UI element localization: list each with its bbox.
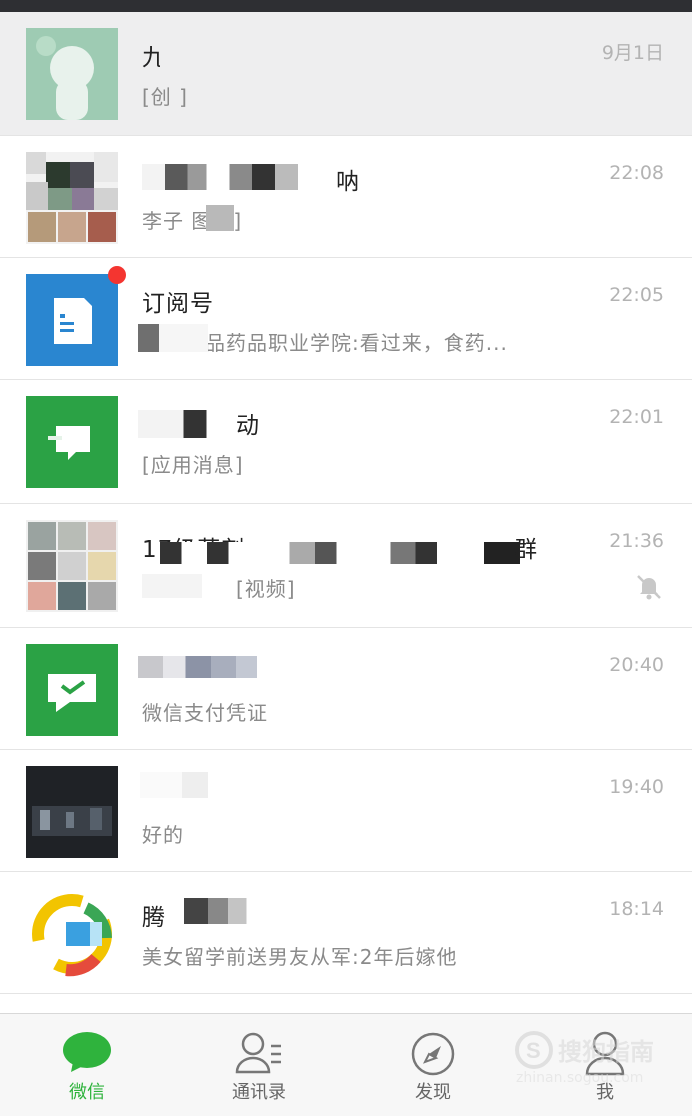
group-avatar <box>26 152 118 244</box>
chat-row-pinned[interactable]: 九 [创 ] 9月1日 <box>0 12 692 136</box>
chat-row[interactable]: 呐 李子 图片] 22:08 <box>0 136 692 258</box>
chat-name: 订阅号 <box>142 291 214 317</box>
chat-time: 22:05 <box>609 284 664 306</box>
mute-bell-icon <box>634 572 664 602</box>
avatar <box>26 766 118 858</box>
chat-row[interactable]: 动 [应用消息] 22:01 <box>0 380 692 504</box>
chat-name: 动 <box>236 413 260 439</box>
subscription-avatar <box>26 274 118 366</box>
chat-name-suffix: 群 <box>514 537 538 563</box>
chat-time: 22:01 <box>609 406 664 428</box>
redaction <box>142 164 332 190</box>
redaction <box>138 324 208 352</box>
redaction <box>142 574 202 598</box>
chat-time: 9月1日 <box>601 42 664 64</box>
chat-name: 呐 <box>336 169 360 195</box>
chat-preview: 微信支付凭证 <box>142 701 268 725</box>
compass-icon <box>407 1030 459 1078</box>
redaction <box>184 898 264 924</box>
chat-name: 腾 <box>142 905 166 931</box>
tab-chats[interactable]: 微信 <box>12 1014 162 1117</box>
redaction <box>140 772 208 798</box>
redaction <box>160 542 520 564</box>
redaction <box>138 656 278 678</box>
news-avatar <box>26 888 118 980</box>
contacts-icon <box>233 1030 285 1078</box>
group-avatar <box>26 520 118 612</box>
chat-preview: [应用消息] <box>142 453 244 477</box>
watermark-url: zhinan.sogou.com <box>516 1070 644 1086</box>
watermark-logo-icon: S <box>515 1031 553 1069</box>
chat-time: 20:40 <box>609 654 664 676</box>
chat-time: 19:40 <box>609 776 664 798</box>
svg-text:S: S <box>526 1038 541 1063</box>
chat-preview: 美女留学前送男友从军:2年后嫁他 <box>142 945 458 969</box>
chat-row-muted[interactable]: 17级药剂 群 [视频] 21:36 <box>0 504 692 628</box>
unread-badge <box>108 266 126 284</box>
redaction <box>206 205 234 231</box>
chat-time: 21:36 <box>609 530 664 552</box>
chat-row[interactable]: 腾 美女留学前送男友从军:2年后嫁他 18:14 <box>0 872 692 994</box>
chat-bubble-icon <box>61 1030 113 1078</box>
chat-row[interactable]: 微信支付凭证 20:40 <box>0 628 692 750</box>
chat-preview: [视频] <box>236 577 296 601</box>
watermark: S 搜狗指南 zhinan.sogou.com <box>512 1028 682 1090</box>
watermark-text: 搜狗指南 <box>558 1038 654 1066</box>
tab-label: 发现 <box>415 1082 451 1103</box>
wechat-pay-avatar <box>26 644 118 736</box>
redaction <box>138 410 214 438</box>
chat-row[interactable]: 订阅号 湖南食品药品职业学院:看过来，食药... 22:05 <box>0 258 692 380</box>
chat-row[interactable]: 好的 19:40 <box>0 750 692 872</box>
chat-time: 18:14 <box>609 898 664 920</box>
chat-preview: 好的 <box>142 823 184 847</box>
chat-list: 九 [创 ] 9月1日 呐 李子 图片] 22:08 订阅号 湖南食品药品职业学… <box>0 12 692 994</box>
chat-time: 22:08 <box>609 162 664 184</box>
avatar <box>26 28 118 120</box>
tab-contacts[interactable]: 通讯录 <box>184 1014 334 1117</box>
chat-preview: [创 ] <box>142 85 188 109</box>
status-bar <box>0 0 692 12</box>
tab-discover[interactable]: 发现 <box>358 1014 508 1117</box>
tab-label: 通讯录 <box>232 1082 286 1103</box>
app-avatar <box>26 396 118 488</box>
redaction <box>160 40 198 68</box>
tab-label: 微信 <box>69 1082 105 1103</box>
